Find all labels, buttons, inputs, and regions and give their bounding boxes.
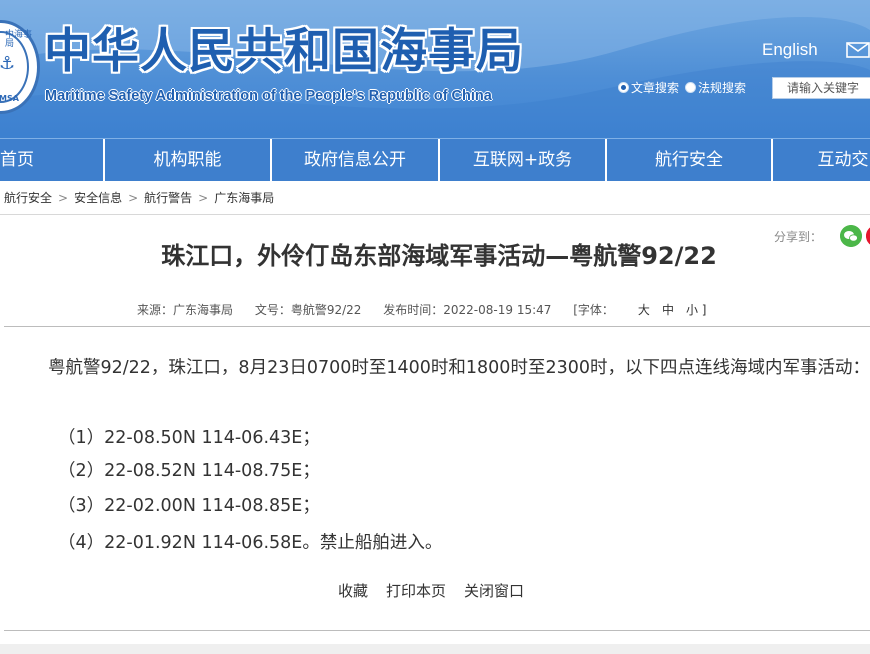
font-small-link[interactable]: 小 ]	[686, 303, 707, 317]
article-actions: 收藏 打印本页 关闭窗口	[338, 580, 542, 602]
logo-text-top: 中海事局	[5, 30, 33, 49]
search-option-law[interactable]: 法规搜索	[685, 80, 746, 96]
mail-icon[interactable]	[846, 42, 870, 58]
footer-band	[0, 644, 870, 654]
breadcrumb: 航行安全 > 安全信息 > 航行警告 > 广东海事局	[4, 190, 274, 206]
font-medium-link[interactable]: 中	[662, 303, 674, 317]
meta-publish-time: 发布时间：2022-08-19 15:47	[383, 303, 552, 317]
main-nav: 首页 机构职能 政府信息公开 互联网+政务 航行安全 互动交	[0, 138, 870, 181]
divider	[4, 326, 870, 327]
english-link[interactable]: English	[762, 40, 818, 60]
breadcrumb-item[interactable]: 广东海事局	[214, 191, 274, 205]
article-meta: 来源：广东海事局 文号：粤航警92/22 发布时间：2022-08-19 15:…	[137, 302, 730, 318]
search-option-article[interactable]: 文章搜索	[618, 80, 679, 96]
coordinate-line: （3）22-02.00N 114-08.85E；	[58, 496, 320, 516]
radio-icon	[685, 82, 697, 93]
font-large-link[interactable]: 大	[638, 303, 650, 317]
radio-selected-icon	[618, 82, 629, 93]
favorite-link[interactable]: 收藏	[338, 582, 368, 600]
nav-item-functions[interactable]: 机构职能	[105, 139, 272, 181]
coordinate-line: （1）22-08.50N 114-06.43E；	[58, 428, 320, 448]
nav-item-nav-safety[interactable]: 航行安全	[607, 139, 773, 181]
site-header: 中海事局 ⚓ MSA 中华人民共和国海事局 Maritime Safety Ad…	[0, 0, 870, 138]
breadcrumb-separator: >	[198, 191, 209, 205]
print-link[interactable]: 打印本页	[386, 582, 446, 600]
meta-doc-number: 文号：粤航警92/22	[254, 303, 362, 317]
breadcrumb-separator: >	[128, 191, 139, 205]
divider	[0, 214, 870, 215]
meta-source: 来源：广东海事局	[137, 303, 234, 317]
nav-item-internet-gov[interactable]: 互联网+政务	[440, 139, 607, 181]
divider	[4, 630, 870, 631]
coordinate-line: （4）22-01.92N 114-06.58E。禁止船舶进入。	[58, 533, 443, 553]
coordinate-line: （2）22-08.52N 114-08.75E；	[58, 461, 320, 481]
article-paragraph: 粤航警92/22，珠江口，8月23日0700时至1400时和1800时至2300…	[48, 358, 870, 378]
site-subtitle: Maritime Safety Administration of the Pe…	[45, 88, 492, 104]
breadcrumb-separator: >	[58, 191, 69, 205]
nav-item-gov-info[interactable]: 政府信息公开	[272, 139, 440, 181]
breadcrumb-item[interactable]: 安全信息	[74, 191, 122, 205]
nav-item-home[interactable]: 首页	[0, 139, 105, 181]
site-title[interactable]: 中华人民共和国海事局	[44, 22, 524, 82]
close-window-link[interactable]: 关闭窗口	[464, 582, 524, 600]
search-input[interactable]: 请输入关键字	[772, 77, 870, 99]
breadcrumb-item[interactable]: 航行安全	[4, 191, 52, 205]
breadcrumb-item[interactable]: 航行警告	[144, 191, 192, 205]
nav-item-interaction[interactable]: 互动交	[773, 139, 870, 181]
anchor-icon: ⚓	[0, 53, 16, 74]
article-title: 珠江口，外伶仃岛东部海域军事活动—粤航警92/22	[161, 242, 717, 270]
search-options: 文章搜索 法规搜索	[618, 80, 746, 96]
logo-text-bottom: MSA	[0, 94, 19, 103]
font-size-switcher: [字体：大中小 ]	[573, 303, 707, 317]
